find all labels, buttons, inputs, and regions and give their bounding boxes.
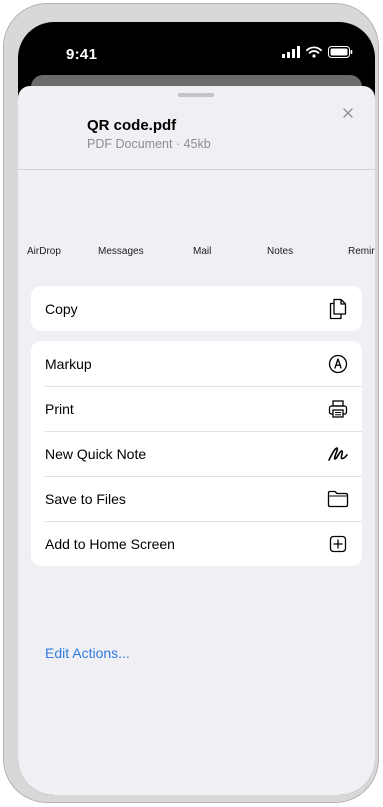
file-name: QR code.pdf: [87, 117, 177, 134]
action-label: Markup: [45, 355, 92, 372]
file-subtitle: PDF Document · 45kb: [87, 137, 211, 151]
action-quick-note[interactable]: New Quick Note: [31, 431, 362, 476]
app-notes[interactable]: Notes: [267, 246, 293, 257]
signal-icon: [282, 46, 300, 58]
action-label: Print: [45, 400, 74, 417]
action-label: Copy: [45, 300, 78, 317]
battery-icon: [328, 46, 353, 58]
folder-icon: [327, 488, 349, 510]
add-square-icon: [327, 533, 349, 555]
action-markup[interactable]: Markup: [31, 341, 362, 386]
action-label: New Quick Note: [45, 445, 147, 462]
wifi-icon: [306, 46, 322, 58]
sheet-grabber[interactable]: [178, 93, 214, 97]
app-mail[interactable]: Mail: [193, 246, 211, 257]
app-row: AirDrop Messages Mail Notes Remir: [18, 246, 375, 266]
print-icon: [327, 398, 349, 420]
app-reminders[interactable]: Remir: [348, 246, 375, 257]
share-sheet: QR code.pdf PDF Document · 45kb AirDrop …: [18, 86, 375, 795]
action-label: Save to Files: [45, 490, 126, 507]
app-messages[interactable]: Messages: [98, 246, 144, 257]
phone-frame: 9:41 QR code.pdf PDF Document · 45kb Air…: [3, 3, 379, 803]
phone-screen: 9:41 QR code.pdf PDF Document · 45kb Air…: [18, 22, 375, 795]
close-icon[interactable]: [341, 106, 355, 120]
action-add-to-home-screen[interactable]: Add to Home Screen: [31, 521, 362, 566]
app-airdrop[interactable]: AirDrop: [27, 246, 61, 257]
secondary-actions: Markup Print New Quick Note Save to File…: [31, 341, 362, 566]
copy-icon: [327, 298, 349, 320]
markup-icon: [327, 353, 349, 375]
status-time: 9:41: [66, 46, 98, 63]
edit-actions-link[interactable]: Edit Actions...: [45, 645, 130, 661]
action-copy[interactable]: Copy: [31, 286, 362, 331]
action-label: Add to Home Screen: [45, 535, 175, 552]
primary-actions: Copy: [31, 286, 362, 331]
header-separator: [18, 169, 375, 170]
status-icons: [282, 46, 353, 58]
quick-note-icon: [327, 443, 349, 465]
action-save-to-files[interactable]: Save to Files: [31, 476, 362, 521]
action-print[interactable]: Print: [31, 386, 362, 431]
